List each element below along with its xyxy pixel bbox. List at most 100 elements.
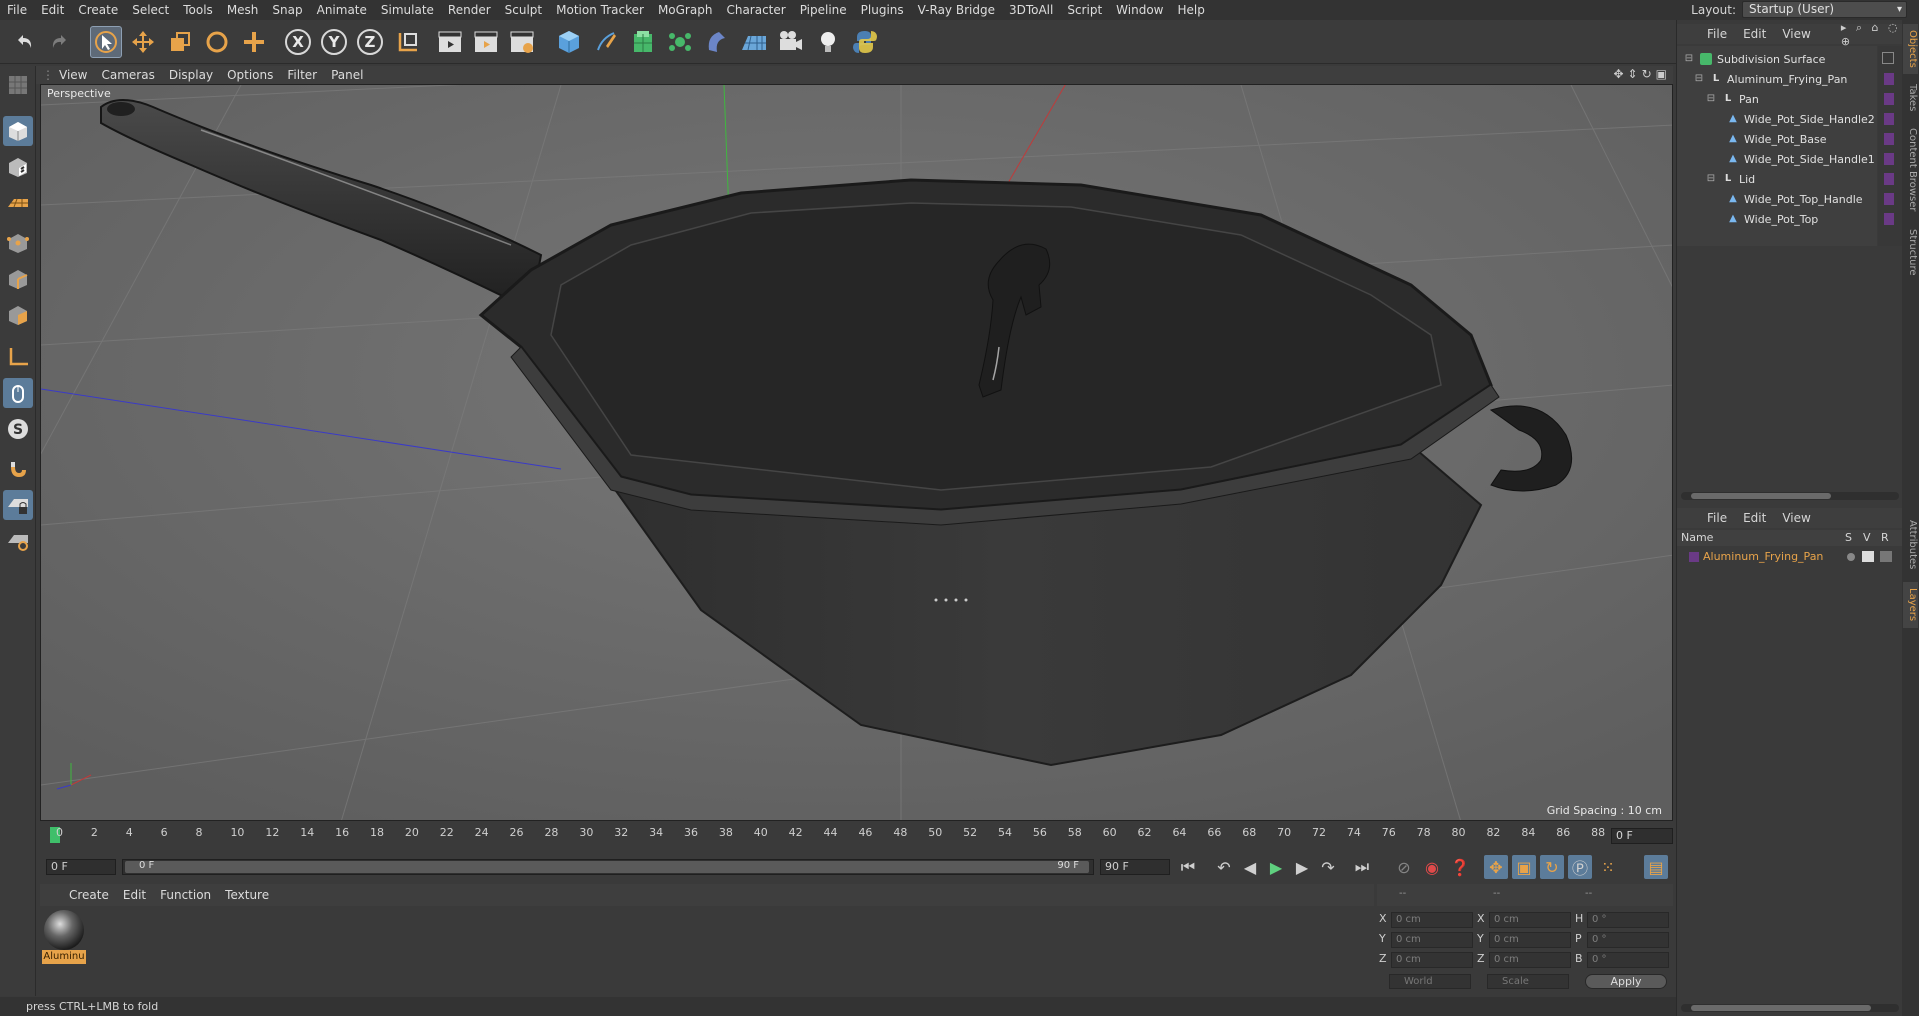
axis-mode-button[interactable] <box>3 342 33 372</box>
maximize-view-icon[interactable]: ▣ <box>1656 67 1667 81</box>
deformer-button[interactable] <box>701 26 733 58</box>
layer-manager-scrollbar[interactable] <box>1681 1004 1899 1012</box>
menu-motion-tracker[interactable]: Motion Tracker <box>549 0 651 20</box>
viewport-menu-filter[interactable]: Filter <box>280 68 324 82</box>
menu-mesh[interactable]: Mesh <box>220 0 266 20</box>
pos-z-field[interactable]: 0 cm <box>1391 952 1473 968</box>
frame-range-slider[interactable]: 0 F 90 F <box>122 859 1094 875</box>
layer-render-icon[interactable] <box>1880 551 1892 562</box>
expand-icon[interactable]: ⊟ <box>1705 173 1717 185</box>
tab-takes[interactable]: Takes <box>1903 78 1918 118</box>
rotate-tool-button[interactable] <box>201 26 233 58</box>
menu-vray-bridge[interactable]: V-Ray Bridge <box>911 0 1002 20</box>
viewport-menu-display[interactable]: Display <box>162 68 220 82</box>
menu-sculpt[interactable]: Sculpt <box>498 0 549 20</box>
menu-edit[interactable]: Edit <box>34 0 71 20</box>
live-selection-button[interactable] <box>90 26 122 58</box>
material-menu-create[interactable]: Create <box>62 888 116 902</box>
start-frame-field[interactable]: 0 F <box>46 859 116 875</box>
workplane-mode-button[interactable] <box>3 188 33 218</box>
rot-h-field[interactable]: 0 ° <box>1587 912 1669 928</box>
layer-name[interactable]: Aluminum_Frying_Pan <box>1703 550 1823 563</box>
floor-button[interactable] <box>738 26 770 58</box>
key-pla-button[interactable]: ⁙ <box>1596 855 1620 879</box>
key-scale-button[interactable]: ▣ <box>1512 855 1536 879</box>
range-slider-thumb[interactable] <box>125 861 1089 873</box>
object-manager-nav-icons[interactable]: ▸ ⌕ ⌂ ◌ ⊕ <box>1841 21 1903 48</box>
menu-snap[interactable]: Snap <box>265 0 309 20</box>
menu-tools[interactable]: Tools <box>176 0 220 20</box>
keyframe-selection-button[interactable]: ❓ <box>1448 855 1472 879</box>
next-key-button[interactable]: ↷ <box>1316 855 1340 879</box>
cloner-button[interactable] <box>664 26 696 58</box>
dolly-view-icon[interactable]: ⇕ <box>1628 67 1638 81</box>
cube-object-button[interactable] <box>553 26 585 58</box>
render-settings-button[interactable] <box>506 26 538 58</box>
previous-frame-button[interactable]: ◀ <box>1238 855 1262 879</box>
object-manager-scrollbar[interactable] <box>1681 492 1899 500</box>
pan-view-icon[interactable]: ✥ <box>1613 67 1623 81</box>
menu-animate[interactable]: Animate <box>310 0 374 20</box>
menu-mograph[interactable]: MoGraph <box>651 0 720 20</box>
texture-mode-button[interactable] <box>3 152 33 182</box>
previous-key-button[interactable]: ↶ <box>1212 855 1236 879</box>
viewport-menu-cameras[interactable]: Cameras <box>94 68 161 82</box>
next-frame-button[interactable]: ▶ <box>1290 855 1314 879</box>
y-axis-lock-button[interactable]: Y <box>318 26 350 58</box>
recent-tool-button[interactable] <box>238 26 270 58</box>
play-button[interactable]: ▶ <box>1264 855 1288 879</box>
scrollbar-thumb[interactable] <box>1691 1005 1871 1011</box>
menu-window[interactable]: Window <box>1109 0 1170 20</box>
expand-icon[interactable]: ⊟ <box>1705 93 1717 105</box>
menu-pipeline[interactable]: Pipeline <box>793 0 854 20</box>
layer-row[interactable]: Aluminum_Frying_Pan <box>1677 548 1903 566</box>
apply-button[interactable]: Apply <box>1585 974 1667 989</box>
menu-file[interactable]: File <box>0 0 34 20</box>
viewport-menu-panel[interactable]: Panel <box>324 68 370 82</box>
autokey-button[interactable]: ◉ <box>1420 855 1444 879</box>
tab-attributes[interactable]: Attributes <box>1903 514 1918 576</box>
key-parameter-button[interactable]: Ⓟ <box>1568 855 1592 879</box>
timeline-window-button[interactable]: ▤ <box>1644 855 1668 879</box>
expand-icon[interactable]: ⊟ <box>1693 73 1705 85</box>
expand-icon[interactable]: ⊟ <box>1683 53 1695 65</box>
subdivision-enable-checkbox[interactable] <box>1882 52 1894 64</box>
coord-space-select[interactable]: World <box>1389 974 1471 989</box>
rot-p-field[interactable]: 0 ° <box>1587 932 1669 948</box>
spline-pen-button[interactable] <box>590 26 622 58</box>
tweak-mode-button[interactable] <box>3 378 33 408</box>
magnet-button[interactable] <box>3 454 33 484</box>
layers-menu-edit[interactable]: Edit <box>1743 511 1766 525</box>
viewport-menu-view[interactable]: View <box>52 68 94 82</box>
tab-structure[interactable]: Structure <box>1903 222 1918 282</box>
undo-button[interactable] <box>8 26 40 58</box>
material-menu-function[interactable]: Function <box>153 888 218 902</box>
material-menu-texture[interactable]: Texture <box>218 888 276 902</box>
menu-create[interactable]: Create <box>71 0 125 20</box>
layer-visibility-eye-icon[interactable] <box>1862 551 1874 562</box>
timeline-ruler[interactable]: 0 2 4 6 8 10 12 14 16 18 20 22 24 26 28 30 32 34 36 38 40 42 4… <box>40 824 1673 846</box>
menu-select[interactable]: Select <box>125 0 176 20</box>
snap-button[interactable]: S <box>3 414 33 444</box>
tab-content-browser[interactable]: Content Browser <box>1903 124 1918 216</box>
z-axis-lock-button[interactable]: Z <box>354 26 386 58</box>
coordinate-system-button[interactable] <box>392 26 424 58</box>
layer-color-swatch[interactable] <box>1689 552 1699 562</box>
rotate-view-icon[interactable]: ↻ <box>1642 67 1652 81</box>
material-swatch[interactable]: Aluminu <box>42 910 86 968</box>
layout-select[interactable]: Startup (User) <box>1742 1 1907 18</box>
subdivision-surface-button[interactable] <box>627 26 659 58</box>
size-z-field[interactable]: 0 cm <box>1489 952 1571 968</box>
x-axis-lock-button[interactable]: X <box>282 26 314 58</box>
planar-workplane-button[interactable] <box>3 526 33 556</box>
render-to-picture-viewer-button[interactable] <box>470 26 502 58</box>
model-mode-button[interactable] <box>3 116 33 146</box>
redo-button[interactable] <box>44 26 76 58</box>
render-view-button[interactable] <box>434 26 466 58</box>
coord-mode-select[interactable]: Scale <box>1487 974 1569 989</box>
pos-y-field[interactable]: 0 cm <box>1391 932 1473 948</box>
record-key-button[interactable]: ⊘ <box>1392 855 1416 879</box>
menu-script[interactable]: Script <box>1060 0 1109 20</box>
scrollbar-thumb[interactable] <box>1691 493 1831 499</box>
make-editable-button[interactable] <box>3 70 33 100</box>
